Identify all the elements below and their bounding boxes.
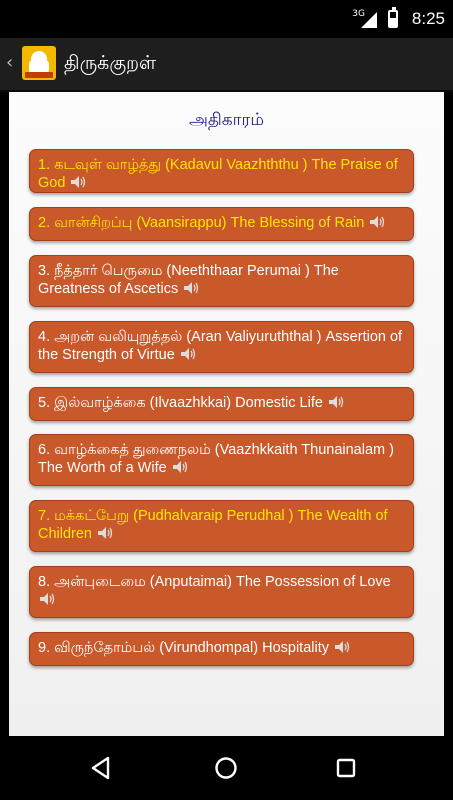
speaker-icon[interactable] (335, 641, 351, 653)
chapter-item-9[interactable]: 9. விருந்தோம்பல் (Virundhompal) Hospital… (29, 632, 414, 666)
battery-icon (388, 7, 398, 28)
app-title: திருக்குறள் (64, 52, 157, 74)
chapter-item-7[interactable]: 7. மக்கட்பேறு (Pudhalvaraip Perudhal ) T… (29, 500, 414, 552)
chapter-label: 5. இல்வாழ்க்கை (Ilvaazhkkai) Domestic Li… (38, 395, 323, 411)
home-circle-icon[interactable] (212, 754, 240, 782)
chapter-label: 1. கடவுள் வாழ்த்து (Kadavul Vaazhththu )… (38, 157, 398, 191)
chapter-list-panel: அதிகாரம் 1. கடவுள் வாழ்த்து (Kadavul Vaa… (9, 92, 444, 736)
clock: 8:25 (411, 9, 445, 28)
chapter-item-5[interactable]: 5. இல்வாழ்க்கை (Ilvaazhkkai) Domestic Li… (29, 387, 414, 421)
chapter-item-1[interactable]: 1. கடவுள் வாழ்த்து (Kadavul Vaazhththu )… (29, 149, 414, 193)
chapter-item-3[interactable]: 3. நீத்தார் பெருமை (Neeththaar Perumai )… (29, 255, 414, 307)
status-bar: 3G 8:25 (0, 0, 453, 38)
chapter-label: 4. அறன் வலியுறுத்தல் (Aran Valiyuruththa… (38, 329, 403, 363)
chapter-item-8[interactable]: 8. அன்புடைமை (Anputaimai) The Possession… (29, 566, 414, 618)
recents-square-icon[interactable] (332, 754, 360, 782)
speaker-icon[interactable] (40, 593, 56, 605)
chapter-label: 9. விருந்தோம்பல் (Virundhompal) Hospital… (38, 640, 329, 656)
chapter-item-4[interactable]: 4. அறன் வலியுறுத்தல் (Aran Valiyuruththa… (29, 321, 414, 373)
speaker-icon[interactable] (71, 176, 87, 188)
speaker-icon[interactable] (370, 216, 386, 228)
chapter-label: 6. வாழ்க்கைத் துணைநலம் (Vaazhkkaith Thun… (38, 442, 394, 476)
speaker-icon[interactable] (328, 396, 345, 408)
speaker-icon[interactable] (184, 282, 200, 294)
section-heading: அதிகாரம் (188, 110, 265, 130)
app-logo[interactable] (22, 46, 56, 80)
speaker-icon[interactable] (98, 527, 114, 539)
back-chevron-icon[interactable]: ‹ (6, 52, 13, 73)
chapter-label: 7. மக்கட்பேறு (Pudhalvaraip Perudhal ) T… (38, 508, 388, 542)
speaker-icon[interactable] (172, 461, 189, 473)
signal-icon (361, 12, 377, 28)
chapter-item-6[interactable]: 6. வாழ்க்கைத் துணைநலம் (Vaazhkkaith Thun… (29, 434, 414, 486)
chapter-label: 2. வான்சிறப்பு (Vaansirappu) The Blessin… (38, 215, 365, 231)
app-bar: ‹ திருக்குறள் (0, 38, 453, 92)
speaker-icon[interactable] (180, 348, 197, 360)
chapter-item-2[interactable]: 2. வான்சிறப்பு (Vaansirappu) The Blessin… (29, 207, 414, 241)
chapter-label: 8. அன்புடைமை (Anputaimai) The Possession… (38, 574, 391, 590)
navigation-bar (0, 736, 453, 800)
back-triangle-icon[interactable] (88, 754, 116, 782)
